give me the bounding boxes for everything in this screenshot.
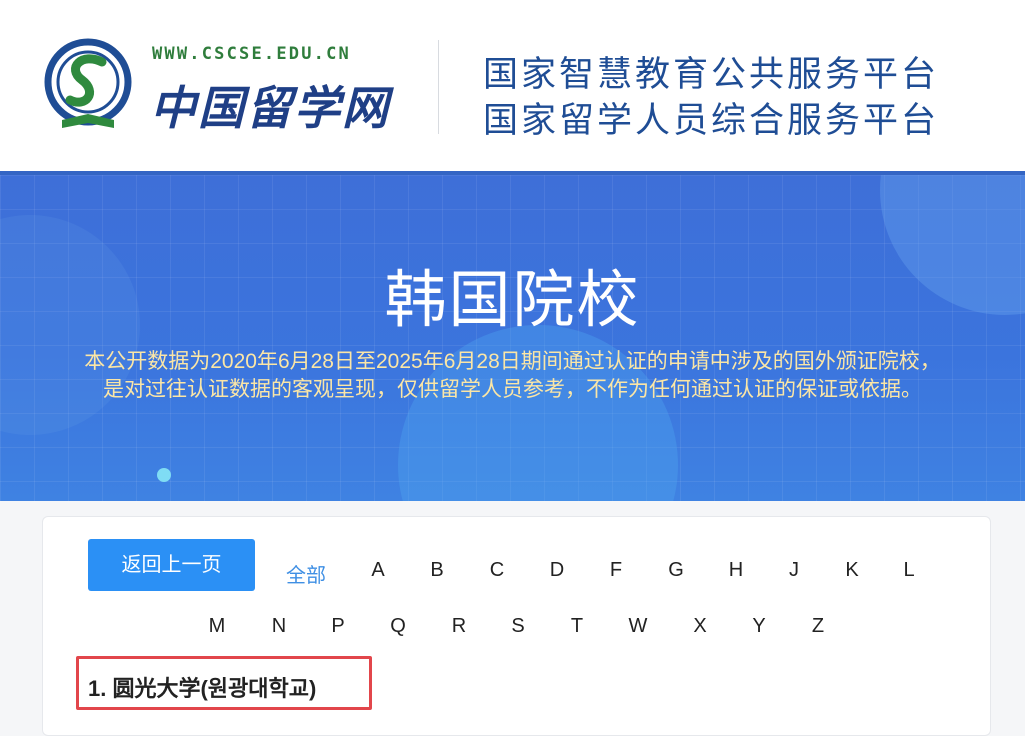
- disclaimer-line-1: 本公开数据为2020年6月28日至2025年6月28日期间通过认证的申请中涉及的…: [84, 350, 941, 373]
- filter-letter-c[interactable]: C: [477, 559, 517, 582]
- site-header: WWW.CSCSE.EDU.CN 中国留学网 国家智慧教育公共服务平台 国家留学…: [0, 0, 1025, 171]
- banner-decor-dot: [157, 468, 171, 482]
- page-banner: 韩国院校 本公开数据为2020年6月28日至2025年6月28日期间通过认证的申…: [0, 175, 1025, 501]
- filter-letter-f[interactable]: F: [596, 559, 636, 582]
- filter-letter-h[interactable]: H: [716, 559, 756, 582]
- header-divider: [438, 40, 439, 134]
- filter-letter-t[interactable]: T: [557, 615, 597, 638]
- filter-letter-x[interactable]: X: [680, 615, 720, 638]
- filter-letter-l[interactable]: L: [889, 559, 929, 582]
- disclaimer-line-2: 是对过往认证数据的客观呈现，仅供留学人员参考，不作为任何通过认证的保证或依据。: [103, 378, 922, 401]
- filter-letter-k[interactable]: K: [832, 559, 872, 582]
- filter-letter-d[interactable]: D: [537, 559, 577, 582]
- platform-name-1: 国家智慧教育公共服务平台: [483, 55, 940, 95]
- filter-letter-g[interactable]: G: [656, 559, 696, 582]
- filter-letter-w[interactable]: W: [618, 615, 658, 638]
- filter-letter-m[interactable]: M: [197, 615, 237, 638]
- cscse-logo-emblem-icon[interactable]: [42, 38, 134, 134]
- filter-all[interactable]: 全部: [281, 559, 331, 588]
- back-button[interactable]: 返回上一页: [88, 539, 255, 591]
- list-item[interactable]: 1. 圆光大学(원광대학교): [88, 671, 316, 703]
- filter-letter-b[interactable]: B: [417, 559, 457, 582]
- platform-name-2: 国家留学人员综合服务平台: [483, 101, 940, 141]
- list-item-school-name[interactable]: 圆光大学(원광대학교): [112, 676, 316, 701]
- logo-site-name[interactable]: 中国留学网: [150, 72, 390, 138]
- filter-letter-n[interactable]: N: [259, 615, 299, 638]
- list-item-index: 1.: [88, 676, 107, 701]
- filter-letter-y[interactable]: Y: [739, 615, 779, 638]
- filter-letter-q[interactable]: Q: [378, 615, 418, 638]
- logo-url-text: WWW.CSCSE.EDU.CN: [152, 44, 351, 64]
- filter-letter-r[interactable]: R: [439, 615, 479, 638]
- filter-letter-a[interactable]: A: [358, 559, 398, 582]
- filter-letter-z[interactable]: Z: [798, 615, 838, 638]
- page-title: 韩国院校: [384, 266, 641, 335]
- filter-letter-p[interactable]: P: [318, 615, 358, 638]
- filter-letter-j[interactable]: J: [774, 559, 814, 582]
- filter-letter-s[interactable]: S: [498, 615, 538, 638]
